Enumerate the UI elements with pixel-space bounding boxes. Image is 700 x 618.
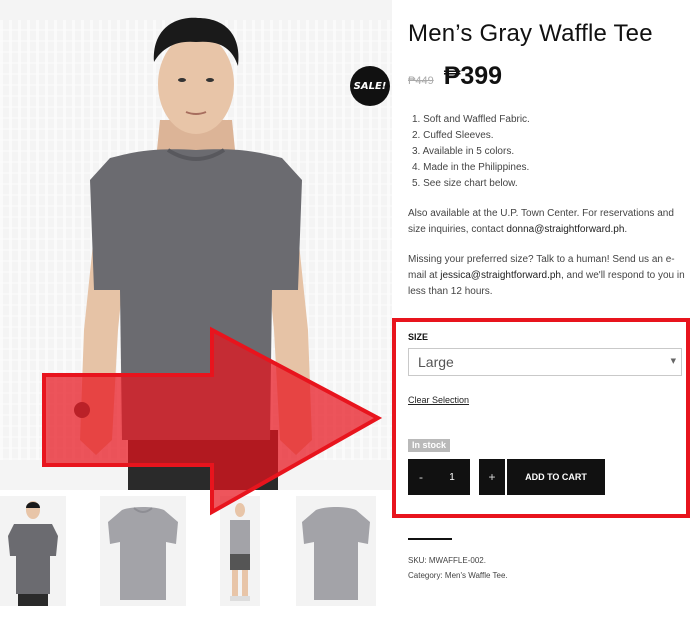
quantity-increase-button[interactable]: + (479, 459, 505, 495)
quantity-input[interactable]: 1 (434, 459, 470, 495)
price-row: ₱449 ₱399 (408, 62, 502, 91)
original-price: ₱449 (408, 75, 434, 87)
feature-item: 1. Soft and Waffled Fabric. (412, 114, 530, 125)
feature-list: 1. Soft and Waffled Fabric. 2. Cuffed Sl… (412, 112, 692, 192)
thumbnail-side[interactable] (220, 496, 260, 606)
feature-item: 4. Made in the Philippines. (412, 162, 530, 173)
stock-status-badge: In stock (408, 439, 451, 452)
thumbnail-front[interactable] (0, 496, 66, 606)
support-email-link[interactable]: jessica@straightforward.ph (440, 270, 561, 281)
feature-item: 3. Available in 5 colors. (412, 146, 515, 157)
product-title: Men’s Gray Waffle Tee (408, 20, 653, 47)
chevron-down-icon: ▼ (670, 357, 676, 365)
feature-item: 2. Cuffed Sleeves. (412, 130, 494, 141)
product-main-image[interactable] (0, 0, 392, 490)
clear-selection-link[interactable]: Clear Selection (408, 395, 469, 405)
sale-badge: SALE! (350, 66, 390, 106)
thumbnail-shirt-front[interactable] (100, 496, 186, 606)
thumbnail-shirt-back[interactable] (296, 496, 376, 606)
sale-price: ₱399 (443, 62, 503, 90)
category-text: Category: Men's Waffle Tee. (408, 571, 508, 580)
sku-text: SKU: MWAFFLE-002. (408, 556, 486, 565)
meta-divider (408, 538, 452, 540)
size-note: Missing your preferred size? Talk to a h… (408, 254, 685, 297)
size-select[interactable]: Large ▼ (408, 348, 682, 376)
quantity-decrease-button[interactable]: - (408, 459, 434, 495)
thumbnail-strip (0, 496, 392, 606)
size-selected-value: Large (418, 354, 454, 370)
model-photo (74, 17, 312, 490)
contact-email-link[interactable]: donna@straightforward.ph (506, 224, 624, 235)
store-note: Also available at the U.P. Town Center. … (408, 208, 674, 235)
feature-item: 5. See size chart below. (412, 178, 518, 189)
add-to-cart-button[interactable]: ADD TO CART (507, 459, 605, 495)
category-link[interactable]: Category: Men's Waffle Tee. (408, 571, 508, 580)
size-label: SIZE (408, 332, 429, 342)
